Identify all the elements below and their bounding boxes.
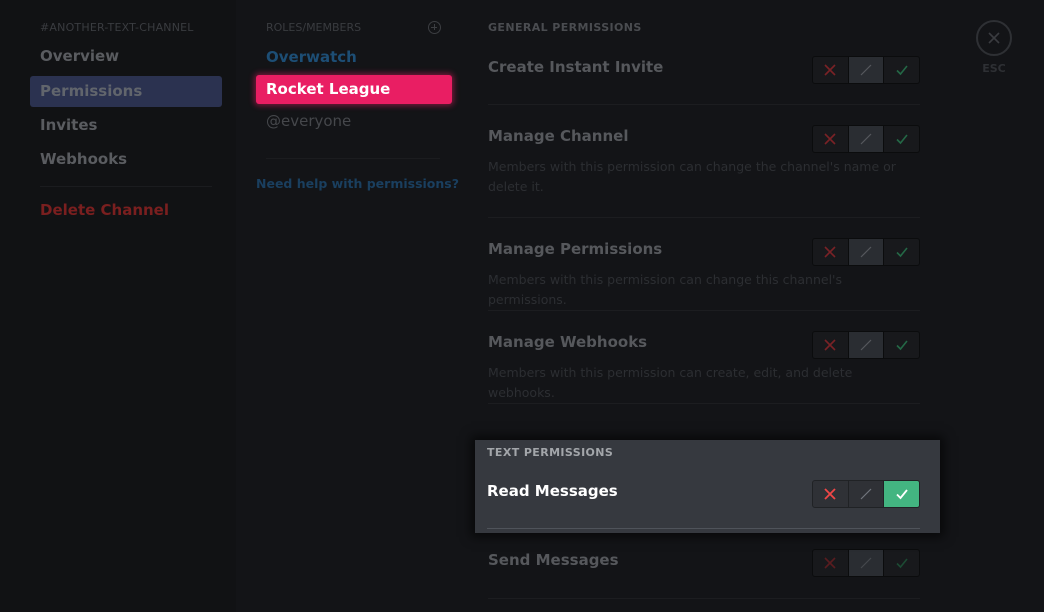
role-item-rocket-league[interactable]: Rocket League xyxy=(256,75,452,104)
check-icon xyxy=(896,134,908,145)
sidebar-item-invites[interactable]: Invites xyxy=(30,110,222,141)
sidebar-item-permissions[interactable]: Permissions xyxy=(30,76,222,107)
x-icon xyxy=(824,557,836,569)
channel-name-header: #another-text-channel xyxy=(40,21,194,34)
inherit-button[interactable] xyxy=(847,550,885,576)
roles-divider xyxy=(266,158,440,159)
general-permissions-header: General Permissions xyxy=(488,21,642,34)
permission-toggle xyxy=(812,549,920,577)
slash-icon xyxy=(860,339,872,351)
inherit-button[interactable] xyxy=(847,57,885,83)
add-role-icon[interactable] xyxy=(428,21,441,34)
deny-button[interactable] xyxy=(813,239,848,265)
permission-divider xyxy=(487,528,920,529)
esc-label: ESC xyxy=(982,62,1006,75)
highlighted-permission-section: Text Permissions Read Messages xyxy=(475,440,940,533)
permission-toggle xyxy=(812,331,920,359)
roles-members-header: Roles/Members xyxy=(266,21,362,34)
x-icon xyxy=(824,488,836,500)
permission-title: Manage Permissions xyxy=(488,240,663,258)
permission-row: Send Messages xyxy=(488,549,920,601)
permission-toggle xyxy=(812,125,920,153)
check-icon xyxy=(896,65,908,76)
inherit-button[interactable] xyxy=(847,126,885,152)
delete-channel-button[interactable]: Delete Channel xyxy=(30,195,222,226)
sidebar-divider xyxy=(40,186,212,187)
x-icon xyxy=(824,246,836,258)
permission-title: Manage Channel xyxy=(488,127,629,145)
allow-button[interactable] xyxy=(884,332,919,358)
check-icon xyxy=(896,558,908,569)
permission-divider xyxy=(488,217,920,218)
permission-row-read-messages: Read Messages xyxy=(487,480,920,512)
inherit-button[interactable] xyxy=(847,481,885,507)
slash-icon xyxy=(860,64,872,76)
permission-description: Members with this permission can change … xyxy=(488,272,843,307)
sidebar-item-overview[interactable]: Overview xyxy=(30,41,222,72)
allow-button[interactable] xyxy=(884,550,919,576)
inherit-button[interactable] xyxy=(847,239,885,265)
check-icon xyxy=(896,247,908,258)
permission-description: Members with this permission can change … xyxy=(488,159,896,194)
permission-row: Manage Permissions Members with this per… xyxy=(488,238,920,312)
text-permissions-header: Text Permissions xyxy=(487,446,614,459)
permission-row: Manage Channel Members with this permiss… xyxy=(488,125,920,219)
permission-toggle xyxy=(812,238,920,266)
allow-button[interactable] xyxy=(884,57,919,83)
close-button[interactable] xyxy=(976,20,1012,56)
slash-icon xyxy=(860,133,872,145)
allow-button[interactable] xyxy=(884,126,919,152)
sidebar-item-webhooks[interactable]: Webhooks xyxy=(30,144,222,175)
allow-button[interactable] xyxy=(884,239,919,265)
settings-sidebar: #another-text-channel Overview Permissio… xyxy=(0,0,236,612)
deny-button[interactable] xyxy=(813,57,848,83)
deny-button[interactable] xyxy=(813,550,848,576)
deny-button[interactable] xyxy=(813,481,848,507)
permission-toggle xyxy=(812,56,920,84)
slash-icon xyxy=(860,557,872,569)
permission-row: Manage Webhooks Members with this permis… xyxy=(488,331,920,405)
permissions-help-link[interactable]: Need help with permissions? xyxy=(256,176,459,191)
permission-divider xyxy=(488,310,920,311)
permission-title: Read Messages xyxy=(487,482,618,500)
permission-description: Members with this permission can create,… xyxy=(488,365,853,400)
x-icon xyxy=(824,339,836,351)
slash-icon xyxy=(860,246,872,258)
allow-button[interactable] xyxy=(884,481,919,507)
permission-row: Create Instant Invite xyxy=(488,56,920,106)
close-icon xyxy=(988,32,1000,44)
permission-divider xyxy=(488,403,920,404)
deny-button[interactable] xyxy=(813,126,848,152)
slash-icon xyxy=(860,488,872,500)
permission-title: Manage Webhooks xyxy=(488,333,648,351)
deny-button[interactable] xyxy=(813,332,848,358)
permission-divider xyxy=(488,104,920,105)
permission-title: Send Messages xyxy=(488,551,619,569)
permission-divider xyxy=(488,598,920,599)
close-control: ESC xyxy=(976,20,1012,75)
roles-members-panel: Roles/Members Overwatch Rocket League @e… xyxy=(236,0,468,612)
inherit-button[interactable] xyxy=(847,332,885,358)
x-icon xyxy=(824,64,836,76)
role-item-overwatch[interactable]: Overwatch xyxy=(256,43,452,72)
permission-toggle xyxy=(812,480,920,508)
check-icon xyxy=(896,489,908,500)
check-icon xyxy=(896,340,908,351)
x-icon xyxy=(824,133,836,145)
role-item-everyone[interactable]: @everyone xyxy=(256,107,452,136)
permission-title: Create Instant Invite xyxy=(488,58,664,76)
